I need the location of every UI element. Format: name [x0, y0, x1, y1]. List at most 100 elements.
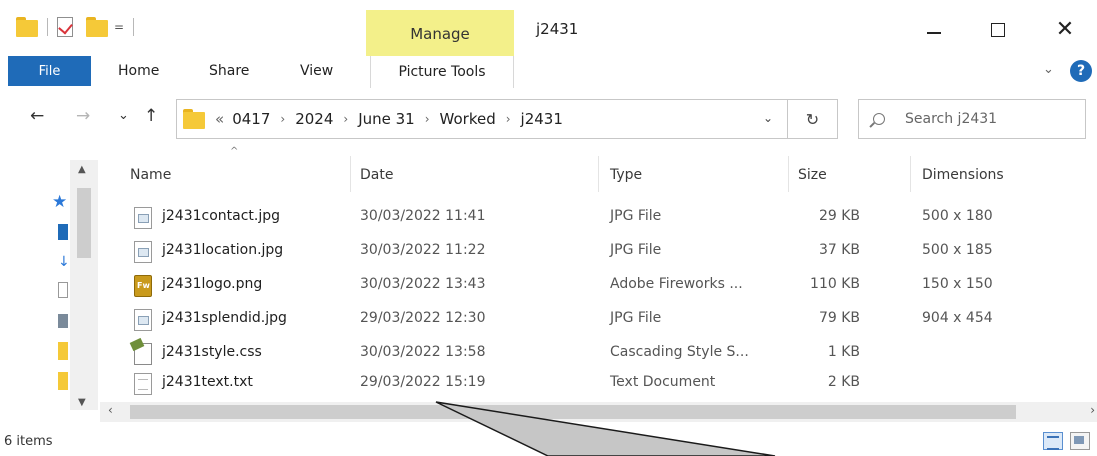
search-icon	[873, 113, 885, 125]
status-item-count: 6 items	[4, 434, 53, 449]
file-type: JPG File	[610, 208, 662, 224]
breadcrumb-worked[interactable]: Worked	[440, 110, 496, 128]
title-bar: = Manage j2431 ✕	[0, 0, 1097, 56]
close-button[interactable]: ✕	[1040, 10, 1090, 50]
tab-file[interactable]: File	[8, 56, 91, 86]
address-dropdown-icon[interactable]: ⌄	[763, 111, 773, 125]
column-header-type[interactable]: Type	[610, 160, 642, 190]
column-divider[interactable]	[598, 156, 599, 192]
file-date: 30/03/2022 11:22	[360, 242, 486, 258]
breadcrumb-separator[interactable]: ›	[280, 112, 285, 126]
file-size: 1 KB	[827, 344, 860, 360]
file-date: 29/03/2022 15:19	[360, 374, 486, 390]
navigation-pane[interactable]: ★ ↓ ▲ ▼	[0, 150, 98, 418]
quick-access-star-icon[interactable]: ★	[52, 192, 67, 212]
file-size: 110 KB	[810, 276, 860, 292]
scroll-left-icon[interactable]: ‹	[108, 403, 113, 417]
file-date: 29/03/2022 12:30	[360, 310, 486, 326]
file-name: j2431location.jpg	[162, 242, 284, 258]
nav-pane-scrollbar[interactable]: ▲ ▼	[70, 160, 98, 410]
breadcrumb-j2431[interactable]: j2431	[521, 110, 563, 128]
manage-tab-label: Manage	[410, 25, 470, 43]
column-header-name[interactable]: Name	[130, 160, 171, 190]
column-header-dimensions[interactable]: Dimensions	[922, 160, 1004, 190]
column-header-size[interactable]: Size	[798, 160, 827, 190]
customize-dropdown-icon[interactable]: =	[114, 20, 124, 34]
breadcrumb-separator[interactable]: ›	[425, 112, 430, 126]
sort-ascending-icon: ^	[230, 146, 239, 157]
file-type: JPG File	[610, 242, 662, 258]
file-row[interactable]: j2431text.txt 29/03/2022 15:19 Text Docu…	[130, 368, 1090, 402]
callout-shape	[435, 401, 776, 456]
tab-picture-tools[interactable]: Picture Tools	[370, 56, 514, 88]
documents-icon[interactable]	[58, 282, 68, 298]
breadcrumb-separator[interactable]: ›	[343, 112, 348, 126]
search-input[interactable]: Search j2431	[858, 99, 1086, 139]
forward-button[interactable]: →	[76, 106, 90, 126]
refresh-button[interactable]: ↻	[788, 99, 838, 139]
file-name: j2431contact.jpg	[162, 208, 281, 224]
file-name: j2431splendid.jpg	[162, 310, 287, 326]
scroll-down-icon[interactable]: ▼	[78, 397, 86, 408]
expand-ribbon-icon[interactable]: ⌄	[1043, 62, 1054, 77]
new-folder-icon[interactable]	[86, 17, 108, 37]
css-file-icon	[134, 343, 152, 365]
file-name: j2431logo.png	[162, 276, 263, 292]
up-button[interactable]: ↑	[144, 106, 158, 126]
file-type: Adobe Fireworks ...	[610, 276, 743, 292]
callout-arrow	[435, 401, 776, 456]
help-icon[interactable]: ?	[1070, 60, 1092, 82]
folder-icon[interactable]	[16, 17, 38, 37]
minimize-icon	[927, 32, 941, 34]
file-dimensions: 904 x 454	[922, 310, 993, 326]
column-divider[interactable]	[788, 156, 789, 192]
breadcrumb-separator[interactable]: ›	[506, 112, 511, 126]
file-date: 30/03/2022 13:58	[360, 344, 486, 360]
file-size: 29 KB	[818, 208, 860, 224]
back-button[interactable]: ←	[30, 106, 44, 126]
downloads-icon[interactable]: ↓	[58, 254, 70, 270]
column-divider[interactable]	[350, 156, 351, 192]
scroll-right-icon[interactable]: ›	[1090, 403, 1095, 417]
fireworks-file-icon	[134, 275, 152, 297]
file-date: 30/03/2022 13:43	[360, 276, 486, 292]
tab-home[interactable]: Home	[118, 63, 159, 79]
file-row[interactable]: j2431splendid.jpg 29/03/2022 12:30 JPG F…	[130, 304, 1090, 338]
scrollbar-thumb[interactable]	[77, 188, 91, 258]
toolbar-separator	[47, 18, 48, 36]
navigation-bar: ← → ⌄ ↑ « 0417 › 2024 › June 31 › Worked…	[0, 96, 1097, 142]
text-file-icon	[134, 373, 152, 395]
file-row[interactable]: j2431logo.png 30/03/2022 13:43 Adobe Fir…	[130, 270, 1090, 304]
file-row[interactable]: j2431style.css 30/03/2022 13:58 Cascadin…	[130, 338, 1090, 372]
properties-check-icon[interactable]	[57, 17, 73, 37]
large-icons-view-icon[interactable]	[1070, 432, 1090, 450]
ribbon-tabs: File Home Share View Picture Tools ⌄ ?	[0, 56, 1097, 88]
file-size: 37 KB	[818, 242, 860, 258]
breadcrumb-overflow[interactable]: «	[215, 110, 224, 128]
file-size: 2 KB	[827, 374, 860, 390]
folder-icon[interactable]	[58, 342, 68, 360]
tab-view[interactable]: View	[300, 63, 333, 79]
manage-context-tab[interactable]: Manage	[366, 10, 514, 56]
file-type: Cascading Style S...	[610, 344, 749, 360]
details-view-icon[interactable]	[1043, 432, 1063, 450]
file-name: j2431style.css	[162, 344, 262, 360]
file-dimensions: 500 x 185	[922, 242, 993, 258]
folder-icon[interactable]	[58, 372, 68, 390]
breadcrumb-0417[interactable]: 0417	[232, 110, 270, 128]
maximize-button[interactable]	[973, 10, 1023, 50]
column-divider[interactable]	[910, 156, 911, 192]
address-bar[interactable]: « 0417 › 2024 › June 31 › Worked › j2431…	[176, 99, 788, 139]
file-row[interactable]: j2431location.jpg 30/03/2022 11:22 JPG F…	[130, 236, 1090, 270]
file-dimensions: 150 x 150	[922, 276, 993, 292]
scroll-up-icon[interactable]: ▲	[78, 164, 86, 175]
minimize-button[interactable]	[909, 10, 959, 50]
tab-share[interactable]: Share	[209, 63, 249, 79]
recent-locations-button[interactable]: ⌄	[118, 108, 129, 123]
file-row[interactable]: j2431contact.jpg 30/03/2022 11:41 JPG Fi…	[130, 202, 1090, 236]
pictures-icon[interactable]	[58, 314, 68, 328]
column-header-date[interactable]: Date	[360, 160, 393, 190]
breadcrumb-june-31[interactable]: June 31	[358, 110, 415, 128]
breadcrumb-2024[interactable]: 2024	[295, 110, 333, 128]
desktop-icon[interactable]	[58, 224, 68, 240]
